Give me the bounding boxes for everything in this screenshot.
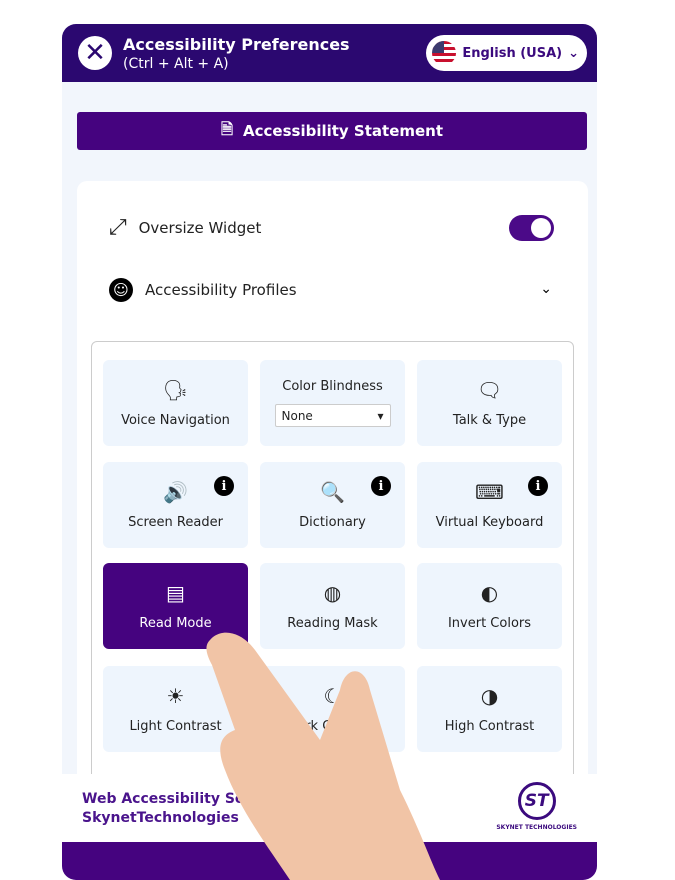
tile-icon: ▤ (166, 580, 185, 605)
info-icon[interactable]: i (371, 476, 391, 496)
tile-high-contrast[interactable]: ◑ High Contrast (417, 666, 562, 752)
tile-label: Dark Contrast (287, 718, 378, 734)
tile-icon: ◑ (480, 683, 499, 708)
tile-dictionary[interactable]: 🔍 Dictionary i (260, 462, 405, 548)
tile-icon: ☾ (323, 683, 342, 708)
chevron-down-icon: ⌄ (568, 45, 579, 61)
tile-invert-colors[interactable]: ◐ Invert Colors (417, 563, 562, 649)
tile-label: Virtual Keyboard (435, 514, 544, 530)
panel-header: ✕ Accessibility Preferences (Ctrl + Alt … (62, 24, 597, 82)
accessibility-statement-button[interactable]: 🗎 Accessibility Statement (77, 112, 587, 150)
tile-screen-reader[interactable]: 🔊 Screen Reader i (103, 462, 248, 548)
tile-icon: ◍ (323, 580, 342, 605)
tile-label: Light Contrast (129, 718, 222, 734)
logo-name: SKYNET TECHNOLOGIES (496, 824, 577, 831)
settings-card: ⤢ Oversize Widget ☺ Accessibility Profil… (77, 181, 588, 821)
close-button[interactable]: ✕ (78, 36, 112, 70)
us-flag-icon (432, 41, 457, 65)
info-icon[interactable]: i (214, 476, 234, 496)
dropdown-arrow-icon: ▾ (377, 408, 384, 423)
expand-icon: ⤢ (109, 215, 127, 240)
tile-voice-navigation[interactable]: 🗣 Voice Navigation (103, 360, 248, 446)
accessibility-panel: ✕ Accessibility Preferences (Ctrl + Alt … (62, 24, 597, 880)
tile-icon: ⌨ (475, 479, 504, 504)
oversize-widget-toggle[interactable] (509, 215, 554, 241)
statement-label: Accessibility Statement (243, 122, 444, 140)
tile-reading-mask[interactable]: ◍ Reading Mask (260, 563, 405, 649)
tile-label: High Contrast (444, 718, 535, 734)
tile-read-mode[interactable]: ▤ Read Mode (103, 563, 248, 649)
chevron-down-icon[interactable]: ⌄ (540, 281, 552, 297)
accessibility-profiles-row[interactable]: ☺ Accessibility Profiles (109, 278, 297, 302)
tile-label: Invert Colors (447, 615, 532, 631)
tile-icon: ☀ (166, 683, 185, 708)
tile-light-contrast[interactable]: ☀ Light Contrast (103, 666, 248, 752)
footer-line-2[interactable]: SkynetTechnologies (82, 809, 249, 828)
bottom-bar (62, 842, 597, 880)
tile-label: Dictionary (299, 514, 366, 530)
tile-icon: 🔍 (320, 479, 345, 504)
tile-talk-type[interactable]: 🗨 Talk & Type (417, 360, 562, 446)
tile-label: Color Blindness (282, 379, 383, 394)
tile-label: Read Mode (139, 615, 212, 631)
logo-mark: ST (517, 782, 556, 820)
panel-title: Accessibility Preferences (123, 34, 350, 54)
oversize-widget-label: Oversize Widget (138, 218, 262, 237)
tile-virtual-keyboard[interactable]: ⌨ Virtual Keyboard i (417, 462, 562, 548)
language-label: English (USA) (462, 45, 563, 61)
tile-label: Screen Reader (128, 514, 223, 530)
info-icon[interactable]: i (528, 476, 548, 496)
tile-label: Reading Mask (287, 615, 378, 631)
tile-icon: ◐ (480, 580, 499, 605)
select-value: None (281, 408, 313, 423)
tile-color-blindness[interactable]: Color Blindness None ▾ (260, 360, 405, 446)
close-icon: ✕ (84, 38, 106, 68)
accessibility-profiles-label: Accessibility Profiles (145, 281, 297, 299)
tile-dark-contrast[interactable]: ☾ Dark Contrast (260, 666, 405, 752)
tile-label: Talk & Type (452, 412, 527, 428)
document-icon: 🗎 (220, 119, 234, 138)
footer-line-1: Web Accessibility Sol (82, 791, 250, 807)
oversize-widget-row: ⤢ Oversize Widget (109, 215, 261, 240)
tile-icon: 🗨 (476, 377, 503, 402)
color-blindness-select[interactable]: None ▾ (274, 404, 391, 427)
feature-grid: 🗣 Voice Navigation Color Blindness None ▾ 🗨 Ta… (91, 341, 574, 821)
tile-icon: 🔊 (163, 479, 188, 504)
shortcut-hint: (Ctrl + Alt + A) (123, 55, 229, 72)
tile-icon: 🗣 (162, 377, 189, 402)
accessibility-person-icon: ☺ (109, 278, 133, 302)
tile-label: Voice Navigation (121, 412, 230, 428)
skynet-logo[interactable]: ST SKYNET TECHNOLOGIES (496, 782, 577, 831)
footer: Web Accessibility Sol SkynetTechnologies … (62, 774, 597, 842)
language-select[interactable]: English (USA) ⌄ (426, 35, 587, 71)
